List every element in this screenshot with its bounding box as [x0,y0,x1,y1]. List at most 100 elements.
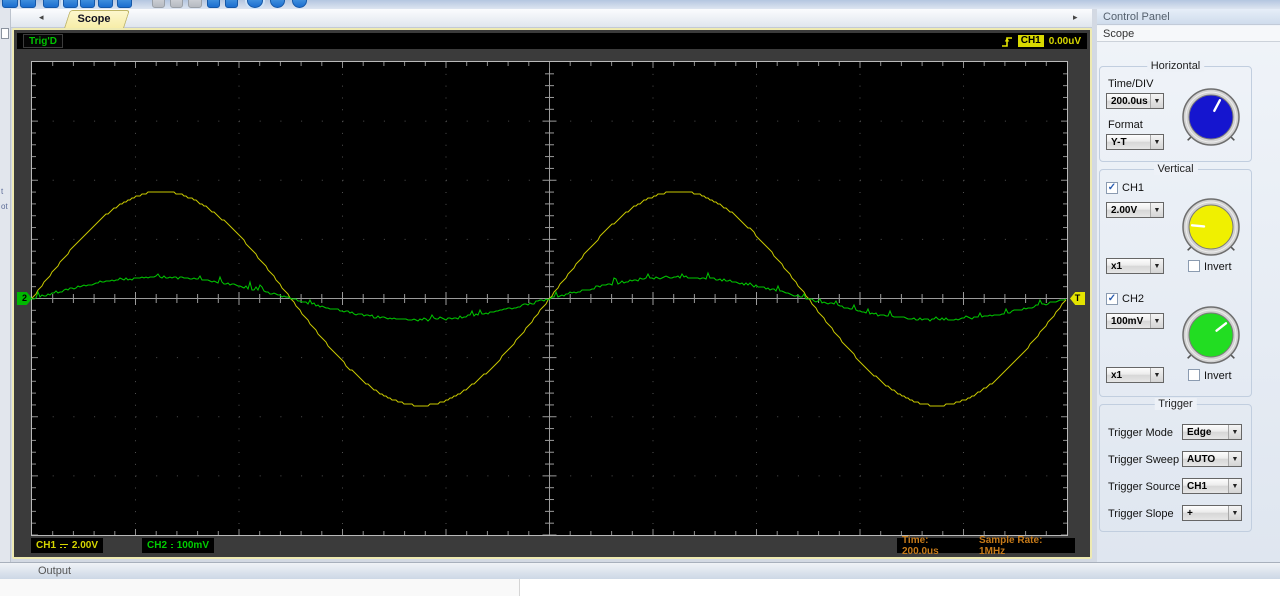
time-div-select[interactable]: 200.0us ▼ [1106,93,1164,109]
trigger-sweep-label: Trigger Sweep [1108,454,1179,466]
scope-bottom-status-bar: CH1 2.00V CH2 100mV Time: 200.0us Sample… [17,538,1087,553]
horizontal-group-title: Horizontal [1147,60,1205,72]
tab-scope[interactable]: Scope [59,10,129,28]
collapsed-panel-widget[interactable] [1,28,9,39]
format-value: Y-T [1107,135,1150,149]
chevron-down-icon: ▼ [1150,94,1163,108]
chevron-down-icon: ▼ [1150,259,1163,273]
ch2-scale-readout: CH2 100mV [142,538,214,553]
ch2-enable-checkbox[interactable]: ✓ [1106,293,1118,305]
ch2-ground-marker[interactable]: 2 [17,292,32,305]
ch2-scale-select[interactable]: 100mV ▼ [1106,313,1164,329]
trigger-status-indicator: Trig'D [23,34,63,48]
toolbar-button[interactable] [247,0,263,8]
vertical-group-title: Vertical [1153,163,1197,175]
trigger-mode-select[interactable]: Edge ▼ [1182,424,1242,440]
ch2-scale-value: 100mV [1107,314,1150,328]
trigger-level-marker[interactable]: T [1070,292,1085,305]
format-label: Format [1108,119,1143,131]
ch2-checkbox-label: CH2 [1122,293,1144,305]
chevron-down-icon: ▼ [1150,203,1163,217]
toolbar-button[interactable] [80,0,95,8]
vertical-group: Vertical ✓ CH1 2.00V ▼ x1 ▼ ✓ Invert ✓ C… [1099,169,1252,397]
chevron-down-icon: ▼ [1228,425,1241,439]
ch1-probe-value: x1 [1107,259,1150,273]
trigger-sweep-value: AUTO [1183,452,1228,466]
trigger-mode-label: Trigger Mode [1108,427,1173,439]
tab-scroll-left-icon[interactable]: ◂ [39,12,44,23]
ch1-scale-value: 2.00V [72,540,98,551]
toolbar-button[interactable] [152,0,165,8]
ch2-position-knob[interactable] [1179,303,1243,367]
ch1-position-knob[interactable] [1179,195,1243,259]
toolbar-button[interactable] [2,0,18,8]
ch1-scale-readout: CH1 2.00V [31,538,103,553]
output-panel-header[interactable]: Output [0,562,1280,579]
trigger-group: Trigger Trigger Mode Edge ▼ Trigger Swee… [1099,404,1252,532]
control-panel-title: Control Panel [1097,9,1280,25]
clipped-label: t [1,187,3,196]
ch1-invert-label: Invert [1204,261,1232,273]
trigger-source-badge: CH1 [1018,35,1044,47]
trigger-source-select[interactable]: CH1 ▼ [1182,478,1242,494]
dc-coupling-icon [171,544,173,548]
clipped-label: ot [1,202,8,211]
trigger-level-value: 0.00uV [1049,36,1081,47]
trigger-edge-icon [1001,35,1013,48]
ch1-probe-select[interactable]: x1 ▼ [1106,258,1164,274]
ch2-scale-value: 100mV [177,540,209,551]
sample-rate-value: Sample Rate: 1MHz [979,535,1070,557]
tab-bar: ◂ Scope ▸ [11,9,1092,28]
trigger-source-value: CH1 [1183,479,1228,493]
dc-coupling-icon [60,544,68,548]
chevron-down-icon: ▼ [1228,506,1241,520]
timebase-knob[interactable] [1179,85,1243,149]
ch2-label: CH2 [147,540,167,551]
trigger-group-title: Trigger [1154,398,1196,410]
timebase-readout: Time: 200.0us Sample Rate: 1MHz [897,538,1075,553]
toolbar-button[interactable] [20,0,36,8]
time-div-label: Time/DIV [1108,78,1153,90]
chevron-down-icon: ▼ [1150,135,1163,149]
output-pane [0,579,520,596]
toolbar-button[interactable] [170,0,183,8]
toolbar-button[interactable] [270,0,285,8]
toolbar-button[interactable] [63,0,78,8]
collapsed-side-panel[interactable]: t ot [0,9,11,562]
horizontal-group: Horizontal Time/DIV 200.0us ▼ Format Y-T… [1099,66,1252,162]
toolbar-button[interactable] [225,0,238,8]
trigger-slope-value: + [1183,506,1228,520]
tab-scope-label: Scope [59,10,129,28]
time-per-div-value: Time: 200.0us [902,535,967,557]
ch2-invert-checkbox[interactable]: ✓ [1188,369,1200,381]
tab-scroll-right-icon[interactable]: ▸ [1073,12,1078,23]
scope-top-status-bar: Trig'D CH1 0.00uV [17,33,1087,49]
toolbar-button[interactable] [98,0,113,8]
toolbar-button[interactable] [292,0,307,8]
chevron-down-icon: ▼ [1150,368,1163,382]
toolbar-button[interactable] [207,0,220,8]
output-panel-body [0,579,1280,596]
ch2-probe-select[interactable]: x1 ▼ [1106,367,1164,383]
ch1-invert-checkbox[interactable]: ✓ [1188,260,1200,272]
ch1-scale-value: 2.00V [1107,203,1150,217]
chevron-down-icon: ▼ [1228,479,1241,493]
ch1-label: CH1 [36,540,56,551]
toolbar-button[interactable] [43,0,59,8]
trigger-sweep-select[interactable]: AUTO ▼ [1182,451,1242,467]
ch1-enable-checkbox[interactable]: ✓ [1106,182,1118,194]
control-panel-page-selector[interactable]: Scope [1097,26,1280,42]
trigger-mode-value: Edge [1183,425,1228,439]
chevron-down-icon: ▼ [1228,452,1241,466]
trigger-level-readout: CH1 0.00uV [1001,34,1081,48]
toolbar-button[interactable] [117,0,132,8]
chevron-down-icon: ▼ [1150,314,1163,328]
ch1-scale-select[interactable]: 2.00V ▼ [1106,202,1164,218]
trigger-slope-label: Trigger Slope [1108,508,1174,520]
waveform-graticule[interactable] [32,62,1067,535]
trigger-slope-select[interactable]: + ▼ [1182,505,1242,521]
format-select[interactable]: Y-T ▼ [1106,134,1164,150]
toolbar-button[interactable] [188,0,202,8]
ch2-probe-value: x1 [1107,368,1150,382]
ch2-invert-label: Invert [1204,370,1232,382]
